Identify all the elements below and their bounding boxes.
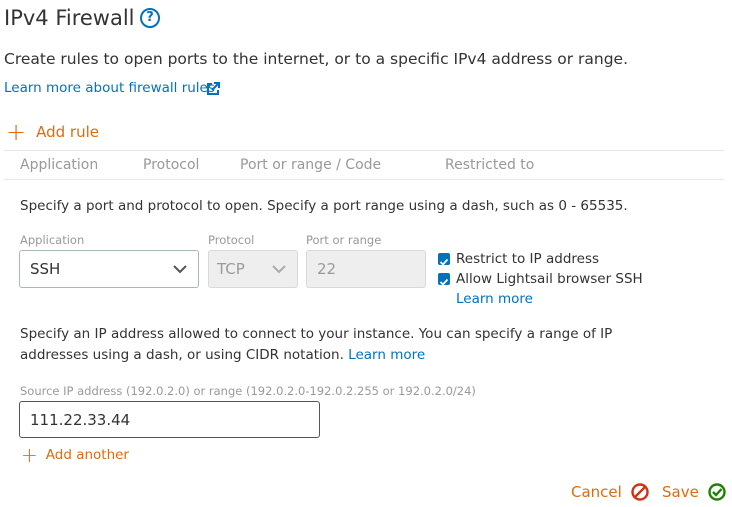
cancel-label: Cancel [571,483,622,501]
cancel-icon [631,483,649,501]
chevron-down-icon [173,265,187,274]
application-label: Application [20,233,85,247]
learn-more-ssh-link[interactable]: Learn more [456,291,533,307]
application-value: SSH [30,260,61,278]
help-icon[interactable]: ? [140,8,160,28]
save-label: Save [662,483,699,501]
restrict-ip-checkbox[interactable] [438,253,450,266]
column-header-protocol: Protocol [143,157,200,173]
checkmark-icon [439,278,449,286]
port-instruction-text: Specify a port and protocol to open. Spe… [20,198,628,214]
ip-instruction-line1: Specify an IP address allowed to connect… [20,326,613,342]
source-ip-value: 111.22.33.44 [30,411,131,429]
allow-ssh-label[interactable]: Allow Lightsail browser SSH [456,271,643,287]
table-header-divider-top [4,150,724,151]
port-value: 22 [317,260,337,278]
add-rule-button[interactable]: + Add rule [6,118,99,146]
ip-instruction-line2: addresses using a dash, or using CIDR no… [20,347,425,363]
learn-more-ip-link[interactable]: Learn more [348,347,425,363]
chevron-down-icon [272,265,286,274]
column-header-port: Port or range / Code [240,157,382,173]
checkmark-icon [439,258,449,266]
external-link-icon[interactable] [206,82,220,96]
application-select[interactable]: SSH [19,250,199,288]
protocol-value: TCP [217,260,245,278]
page-description: Create rules to open ports to the intern… [4,50,628,68]
save-button[interactable]: Save [662,482,727,502]
allow-ssh-checkbox[interactable] [438,273,450,286]
learn-more-firewall-link[interactable]: Learn more about firewall rules [4,80,215,96]
protocol-label: Protocol [208,233,255,247]
source-ip-label: Source IP address (192.0.2.0) or range (… [20,384,476,398]
table-header-divider-bottom [4,179,724,180]
ip-instruction-text: addresses using a dash, or using CIDR no… [20,347,344,363]
restrict-ip-label[interactable]: Restrict to IP address [456,251,599,267]
cancel-button[interactable]: Cancel [571,482,650,502]
column-header-restricted: Restricted to [445,157,535,173]
port-input[interactable]: 22 [306,250,426,288]
protocol-select[interactable]: TCP [208,250,298,288]
plus-icon: + [6,118,27,146]
add-another-label: Add another [45,447,129,463]
add-rule-label: Add rule [36,123,99,141]
plus-icon: + [21,443,38,467]
port-label: Port or range [306,233,382,247]
check-circle-icon [708,483,726,501]
source-ip-input[interactable]: 111.22.33.44 [19,401,320,438]
page-title: IPv4 Firewall [4,6,135,30]
column-header-application: Application [20,157,99,173]
add-another-button[interactable]: + Add another [21,443,129,467]
